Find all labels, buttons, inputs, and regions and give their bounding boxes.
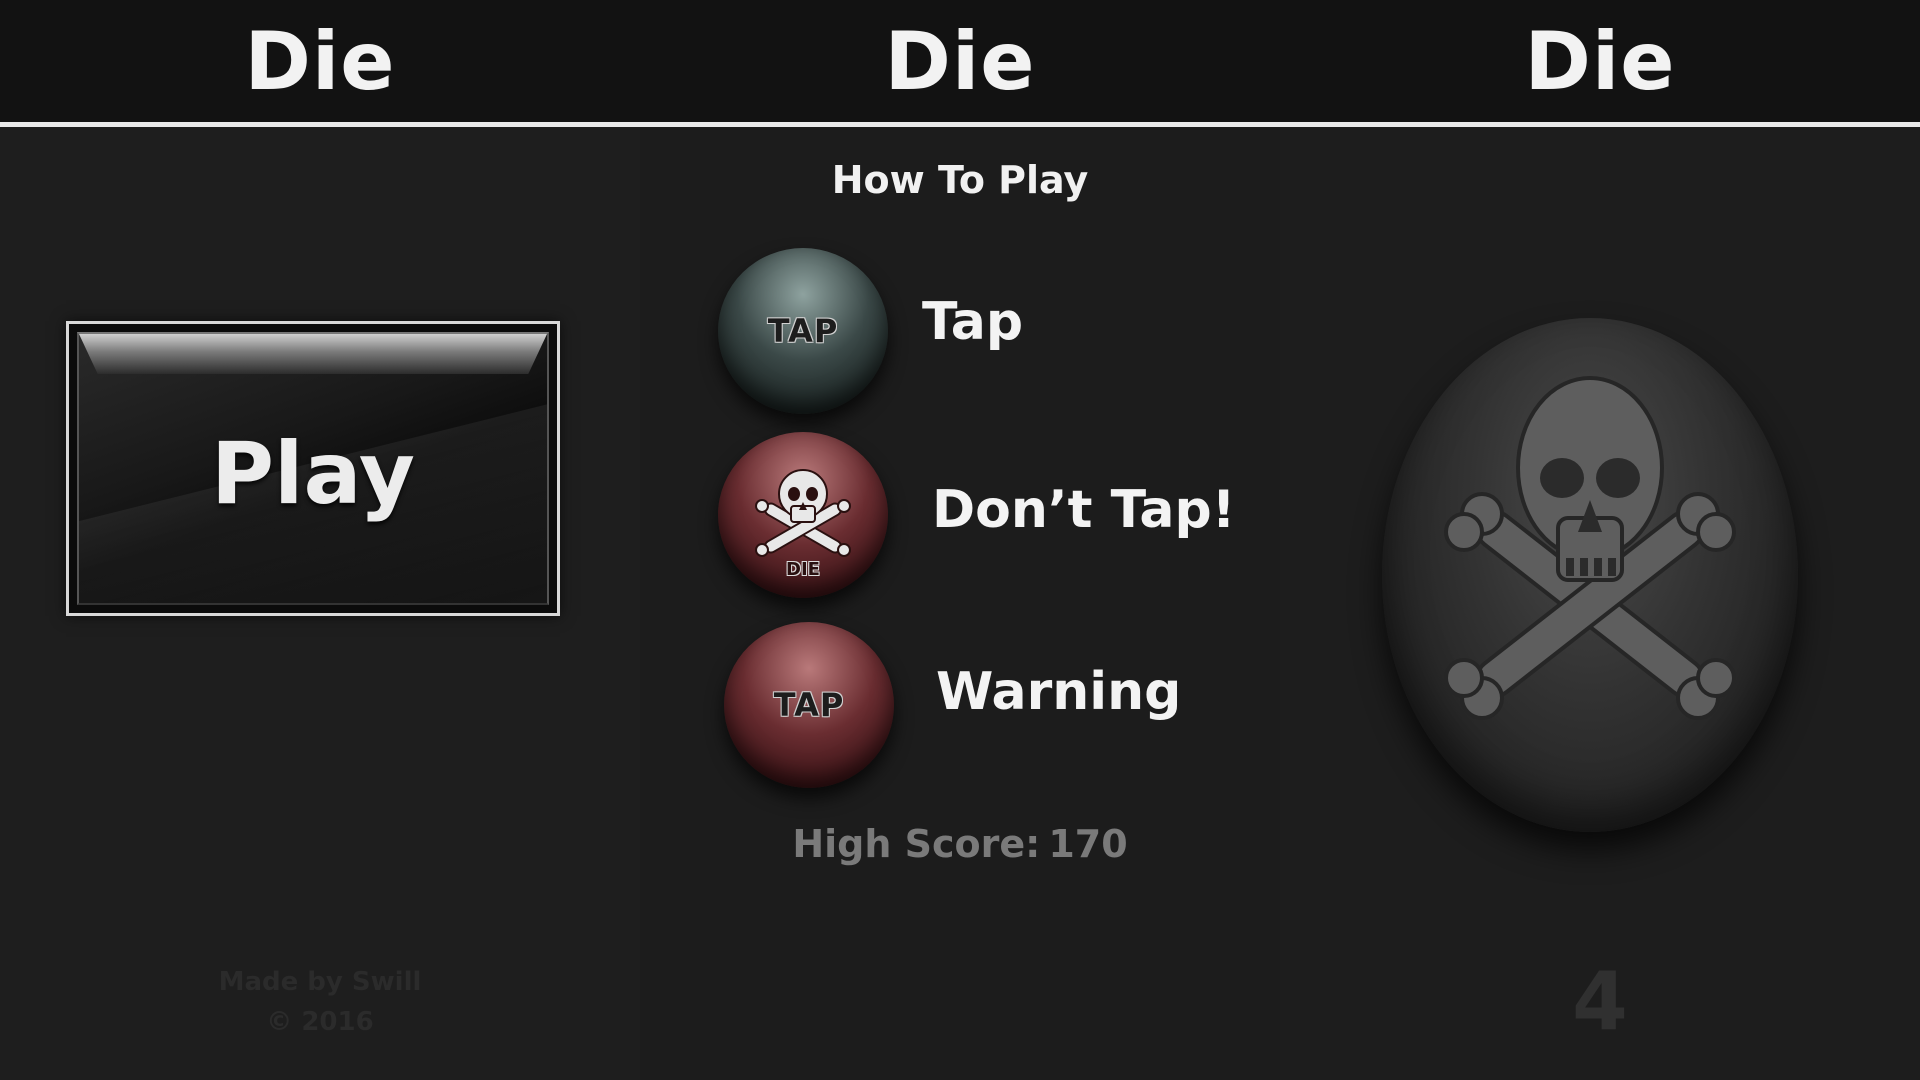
game-title: Die: [244, 14, 396, 108]
header-divider: [1280, 122, 1920, 127]
header: Die: [1280, 0, 1920, 122]
instruction-label-dont-tap: Don’t Tap!: [932, 480, 1236, 540]
game-title: Die: [1524, 14, 1676, 108]
red-tap-ball-icon: TAP: [724, 622, 894, 788]
skull-ball-button[interactable]: [1382, 318, 1798, 832]
credits-year: © 2016: [266, 1007, 374, 1037]
header-divider: [640, 122, 1280, 127]
instruction-label-warning: Warning: [936, 662, 1182, 722]
play-button-bevel: [79, 334, 547, 374]
high-score-value: 170: [1048, 822, 1128, 866]
ball-tap-text: TAP: [767, 312, 839, 350]
header: Die: [640, 0, 1280, 122]
how-to-play-screen: Die How To Play TAP Tap DIE Don’t Tap! T…: [640, 0, 1280, 1080]
instruction-row-tap: TAP Tap: [640, 244, 1280, 424]
game-title: Die: [884, 14, 1036, 108]
green-tap-ball-icon: TAP: [718, 248, 888, 414]
how-to-play-heading: How To Play: [831, 158, 1089, 202]
header-divider: [0, 122, 640, 127]
high-score: High Score: 170: [640, 822, 1280, 866]
credits-author: Made by Swill: [218, 967, 422, 997]
play-button-face: Play: [77, 332, 549, 605]
ball-tap-text: TAP: [773, 686, 845, 724]
red-skull-ball-icon: DIE: [718, 432, 888, 598]
instruction-row-dont-tap: DIE Don’t Tap!: [640, 428, 1280, 608]
countdown-counter: 4: [1572, 955, 1628, 1048]
instruction-row-warning: TAP Warning: [640, 620, 1280, 800]
gameplay-screen: Die 4: [1280, 0, 1920, 1080]
ball-die-text: DIE: [786, 559, 820, 580]
instruction-label-tap: Tap: [922, 292, 1024, 352]
game-screens: Die Play Made by Swill © 2016 Die How To…: [0, 0, 1920, 1080]
main-menu-screen: Die Play Made by Swill © 2016: [0, 0, 640, 1080]
high-score-label: High Score:: [792, 822, 1041, 866]
play-button-label: Play: [211, 424, 415, 524]
skull-crossbones-icon: [1444, 376, 1736, 720]
skull-crossbones-icon: [755, 469, 851, 557]
header: Die: [0, 0, 640, 122]
credits: Made by Swill © 2016: [0, 962, 640, 1042]
play-button[interactable]: Play: [66, 321, 560, 616]
